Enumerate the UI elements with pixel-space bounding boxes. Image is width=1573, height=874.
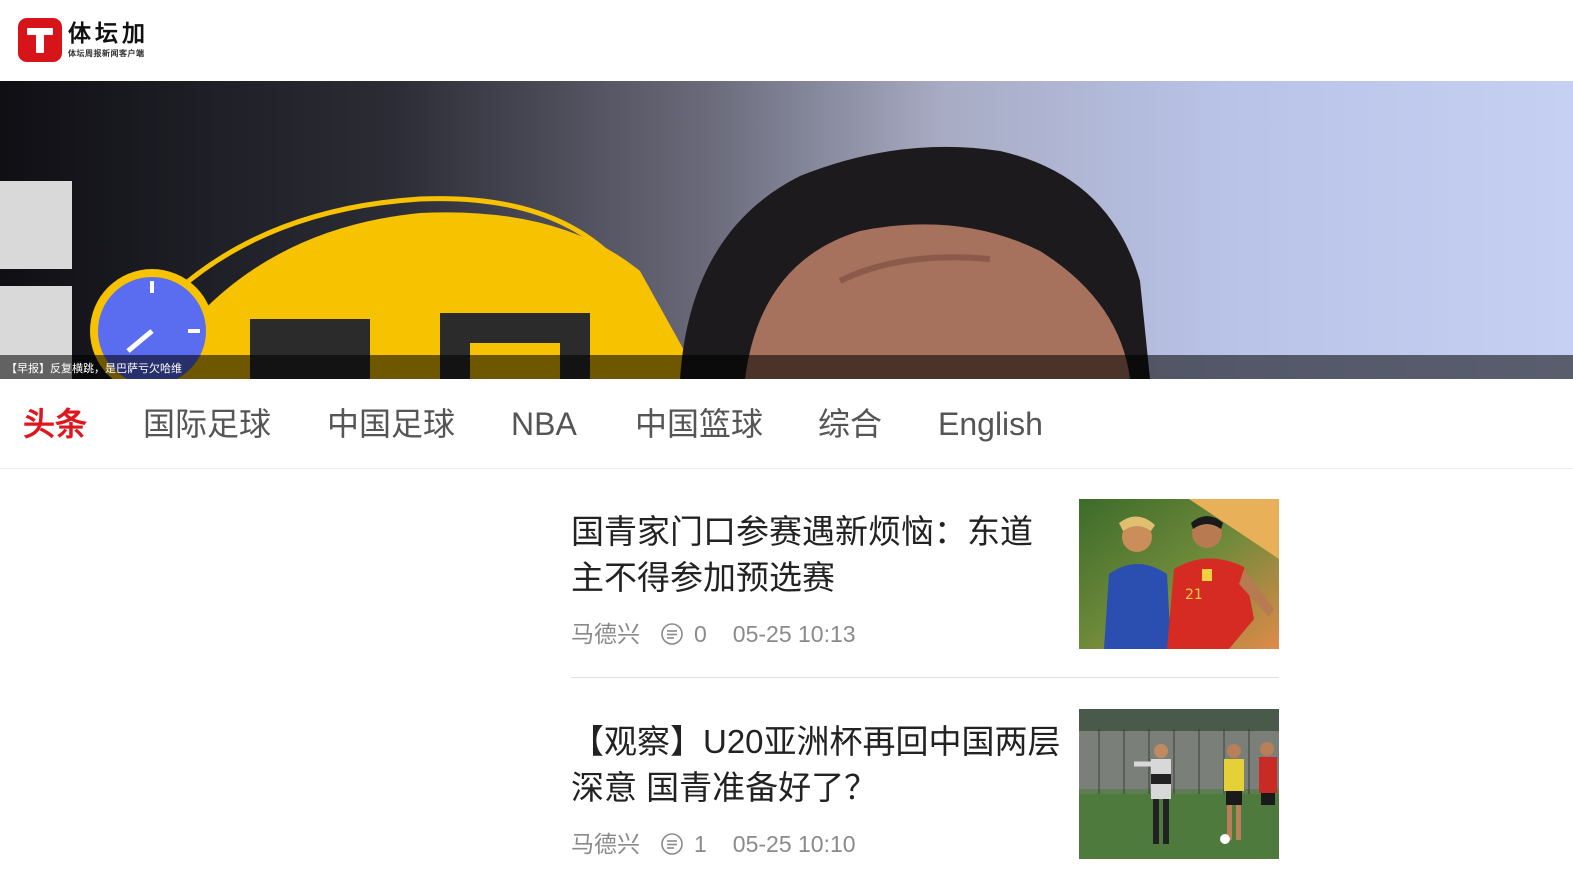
tab-china-football[interactable]: 中国足球 (327, 402, 455, 446)
news-item[interactable]: 国青家门口参赛遇新烦恼：东道主不得参加预选赛 马德兴 0 05-25 10:13 (571, 499, 1279, 679)
site-logo[interactable]: 体坛加 体坛周报新闻客户端 (18, 17, 149, 63)
logo-text: 体坛加 体坛周报新闻客户端 (68, 20, 149, 60)
news-author: 马德兴 (571, 621, 640, 647)
news-thumbnail[interactable]: 21 (1079, 499, 1279, 649)
comment-icon (661, 833, 683, 855)
banner-caption-bar (0, 355, 1573, 379)
category-nav: 头条 国际足球 中国足球 NBA 中国篮球 综合 English (0, 380, 1573, 469)
logo-name: 体坛加 (68, 21, 149, 47)
news-time: 05-25 10:10 (732, 831, 856, 857)
tab-general[interactable]: 综合 (818, 402, 882, 446)
news-meta: 马德兴 0 05-25 10:13 (571, 619, 856, 649)
featured-banner[interactable]: 【早报】反复横跳，是巴萨亏欠哈维 (0, 81, 1573, 379)
training-session-photo-icon (1079, 709, 1279, 859)
tab-intl-football[interactable]: 国际足球 (143, 402, 271, 446)
news-title[interactable]: 【观察】U20亚洲杯再回中国两层深意 国青准备好了？ (571, 719, 1061, 811)
news-item[interactable]: 【观察】U20亚洲杯再回中国两层深意 国青准备好了？ 马德兴 1 05-25 1… (571, 709, 1279, 874)
tab-nba[interactable]: NBA (511, 402, 577, 446)
comment-icon (661, 623, 683, 645)
logo-subtitle: 体坛周报新闻客户端 (68, 49, 145, 58)
feed-divider (571, 677, 1279, 678)
news-meta: 马德兴 1 05-25 10:10 (571, 829, 856, 859)
tab-headlines[interactable]: 头条 (23, 402, 87, 446)
tab-english[interactable]: English (938, 402, 1043, 446)
top-header: 体坛加 体坛周报新闻客户端 (0, 0, 1573, 80)
football-players-photo-icon: 21 (1079, 499, 1279, 649)
news-time: 05-25 10:13 (732, 621, 856, 647)
banner-image (0, 146, 1150, 379)
news-thumbnail[interactable] (1079, 709, 1279, 859)
news-author: 马德兴 (571, 831, 640, 857)
comment-count: 0 (694, 621, 707, 647)
logo-t-icon (18, 18, 62, 62)
news-title[interactable]: 国青家门口参赛遇新烦恼：东道主不得参加预选赛 (571, 509, 1061, 601)
svg-text:21: 21 (1185, 587, 1203, 603)
tab-china-basketball[interactable]: 中国篮球 (635, 402, 763, 446)
banner-caption: 【早报】反复横跳，是巴萨亏欠哈维 (6, 362, 182, 375)
comment-count: 1 (694, 831, 707, 857)
